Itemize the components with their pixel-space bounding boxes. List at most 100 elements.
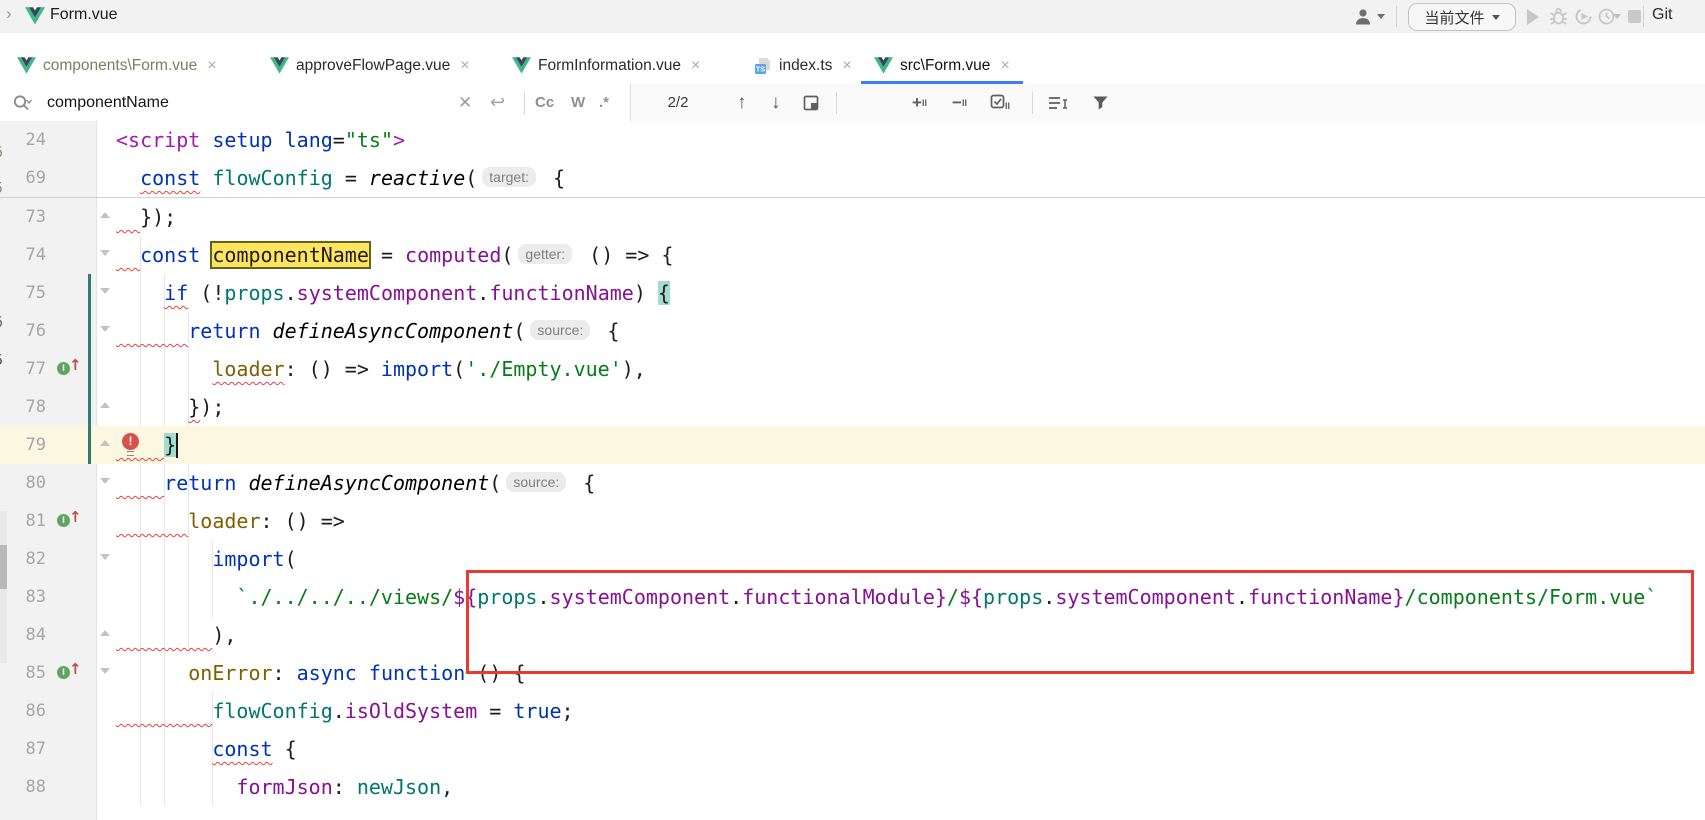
fold-marker-icon[interactable]: [100, 554, 110, 560]
run-configuration-dropdown[interactable]: 当前文件: [1408, 3, 1516, 31]
next-occurrence-button[interactable]: ↓: [771, 84, 781, 121]
editor-tab[interactable]: components\Form.vue×: [4, 47, 230, 84]
code-line-69[interactable]: 69 const flowConfig = reactive(target: {: [0, 159, 1705, 197]
editor-tab[interactable]: approveFlowPage.vue×: [257, 47, 483, 84]
vcs-change-marker[interactable]: [88, 274, 91, 312]
implemented-marker-icon[interactable]: I: [57, 666, 70, 679]
run-with-coverage-button[interactable]: [1574, 7, 1593, 31]
remove-occurrence-button[interactable]: −II: [952, 84, 967, 121]
code-line-86[interactable]: 86 flowConfig.isOldSystem = true;: [0, 692, 1705, 730]
fold-column[interactable]: [96, 121, 116, 159]
fold-marker-icon[interactable]: [100, 288, 110, 294]
tab-close-icon[interactable]: ×: [842, 57, 851, 75]
vcs-change-marker[interactable]: [88, 312, 91, 350]
code-line-74[interactable]: 74 const componentName = computed(getter…: [0, 236, 1705, 274]
editor-tab[interactable]: FormInformation.vue×: [499, 47, 713, 84]
code-text[interactable]: const {: [116, 730, 1705, 768]
profile-dropdown-arrow-icon[interactable]: [1377, 14, 1385, 19]
fold-marker-icon[interactable]: [100, 478, 110, 484]
fold-column[interactable]: [96, 426, 116, 464]
gutter[interactable]: 87: [0, 730, 96, 768]
whole-words-toggle[interactable]: W: [571, 84, 585, 121]
fold-column[interactable]: [96, 616, 116, 654]
fold-column[interactable]: [96, 236, 116, 274]
fold-column[interactable]: [96, 159, 116, 197]
clear-search-icon[interactable]: ✕: [458, 84, 472, 121]
fold-column[interactable]: [96, 502, 116, 540]
breadcrumb-chevron-icon[interactable]: ›: [6, 4, 12, 24]
gutter[interactable]: 88: [0, 768, 96, 806]
search-icon[interactable]: [12, 84, 34, 121]
gutter[interactable]: 82: [0, 540, 96, 578]
code-line-81[interactable]: 81I loader: () =>: [0, 502, 1705, 540]
gutter[interactable]: 74: [0, 236, 96, 274]
code-text[interactable]: flowConfig.isOldSystem = true;: [116, 692, 1705, 730]
code-line-80[interactable]: 80 return defineAsyncComponent(source: {: [0, 464, 1705, 502]
code-editor[interactable]: 24<script setup lang="ts">69 const flowC…: [0, 121, 1705, 820]
code-text[interactable]: loader: () => import('./Empty.vue'),: [116, 350, 1705, 388]
previous-occurrence-button[interactable]: ↑: [737, 84, 747, 121]
git-menu[interactable]: Git: [1652, 6, 1672, 24]
gutter[interactable]: 77I: [0, 350, 96, 388]
code-text[interactable]: formJson: newJson,: [116, 768, 1705, 806]
debug-button[interactable]: [1549, 7, 1568, 31]
profiler-button[interactable]: [1597, 7, 1616, 31]
editor-tab[interactable]: src\Form.vue×: [861, 47, 1023, 84]
fold-marker-icon[interactable]: [100, 326, 110, 332]
gutter[interactable]: 80: [0, 464, 96, 502]
code-line-88[interactable]: 88 formJson: newJson,: [0, 768, 1705, 806]
regex-toggle[interactable]: .*: [599, 84, 609, 121]
vcs-change-marker[interactable]: [88, 388, 91, 426]
gutter[interactable]: 85I: [0, 654, 96, 692]
implemented-marker-icon[interactable]: I: [57, 362, 70, 375]
gutter[interactable]: 76: [0, 312, 96, 350]
fold-marker-icon[interactable]: [100, 212, 110, 218]
error-icon[interactable]: !: [122, 433, 139, 450]
code-text[interactable]: ! }: [116, 426, 1705, 464]
edge-scrollbar-thumb[interactable]: [0, 545, 7, 589]
fold-column[interactable]: [96, 274, 116, 312]
gutter[interactable]: 86: [0, 692, 96, 730]
fold-column[interactable]: [96, 464, 116, 502]
code-text[interactable]: const flowConfig = reactive(target: {: [116, 159, 1705, 197]
fold-column[interactable]: [96, 540, 116, 578]
code-line-73[interactable]: 73 });: [0, 198, 1705, 236]
edge-scrollbar[interactable]: [0, 511, 7, 663]
fold-marker-icon[interactable]: [100, 250, 110, 256]
fold-column[interactable]: [96, 578, 116, 616]
fold-marker-icon[interactable]: [100, 668, 110, 674]
fold-column[interactable]: [96, 654, 116, 692]
gutter[interactable]: 73: [0, 198, 96, 236]
user-profile-icon[interactable]: [1353, 7, 1373, 31]
code-line-75[interactable]: 75 if (!props.systemComponent.functionNa…: [0, 274, 1705, 312]
code-text[interactable]: });: [116, 388, 1705, 426]
code-line-87[interactable]: 87 const {: [0, 730, 1705, 768]
code-line-77[interactable]: 77I loader: () => import('./Empty.vue'),: [0, 350, 1705, 388]
code-text[interactable]: const componentName = computed(getter: (…: [116, 236, 1705, 274]
fold-column[interactable]: [96, 730, 116, 768]
tab-close-icon[interactable]: ×: [1000, 57, 1009, 75]
match-case-toggle[interactable]: Cc: [535, 84, 554, 121]
code-text[interactable]: });: [116, 198, 1705, 236]
fold-marker-icon[interactable]: [100, 402, 110, 408]
search-history-icon[interactable]: ↩: [490, 84, 505, 121]
fold-marker-icon[interactable]: [100, 440, 110, 446]
code-text[interactable]: return defineAsyncComponent(source: {: [116, 312, 1705, 350]
editor-tab[interactable]: TS index.ts×: [740, 47, 865, 84]
code-line-79[interactable]: 79! }: [0, 426, 1705, 464]
tab-close-icon[interactable]: ×: [207, 57, 216, 75]
fold-marker-icon[interactable]: [100, 630, 110, 636]
profiler-dropdown-arrow-icon[interactable]: [1613, 14, 1621, 19]
stop-button[interactable]: [1628, 10, 1641, 23]
implemented-marker-icon[interactable]: I: [57, 514, 70, 527]
code-text[interactable]: loader: () =>: [116, 502, 1705, 540]
select-all-occurrences-button[interactable]: II: [990, 84, 1012, 121]
filter-icon[interactable]: [1092, 84, 1109, 121]
fold-column[interactable]: [96, 388, 116, 426]
tab-close-icon[interactable]: ×: [691, 57, 700, 75]
gutter[interactable]: 78: [0, 388, 96, 426]
vcs-change-marker[interactable]: [88, 350, 91, 388]
run-button[interactable]: [1527, 9, 1539, 25]
code-line-76[interactable]: 76 return defineAsyncComponent(source: {: [0, 312, 1705, 350]
fold-column[interactable]: [96, 312, 116, 350]
